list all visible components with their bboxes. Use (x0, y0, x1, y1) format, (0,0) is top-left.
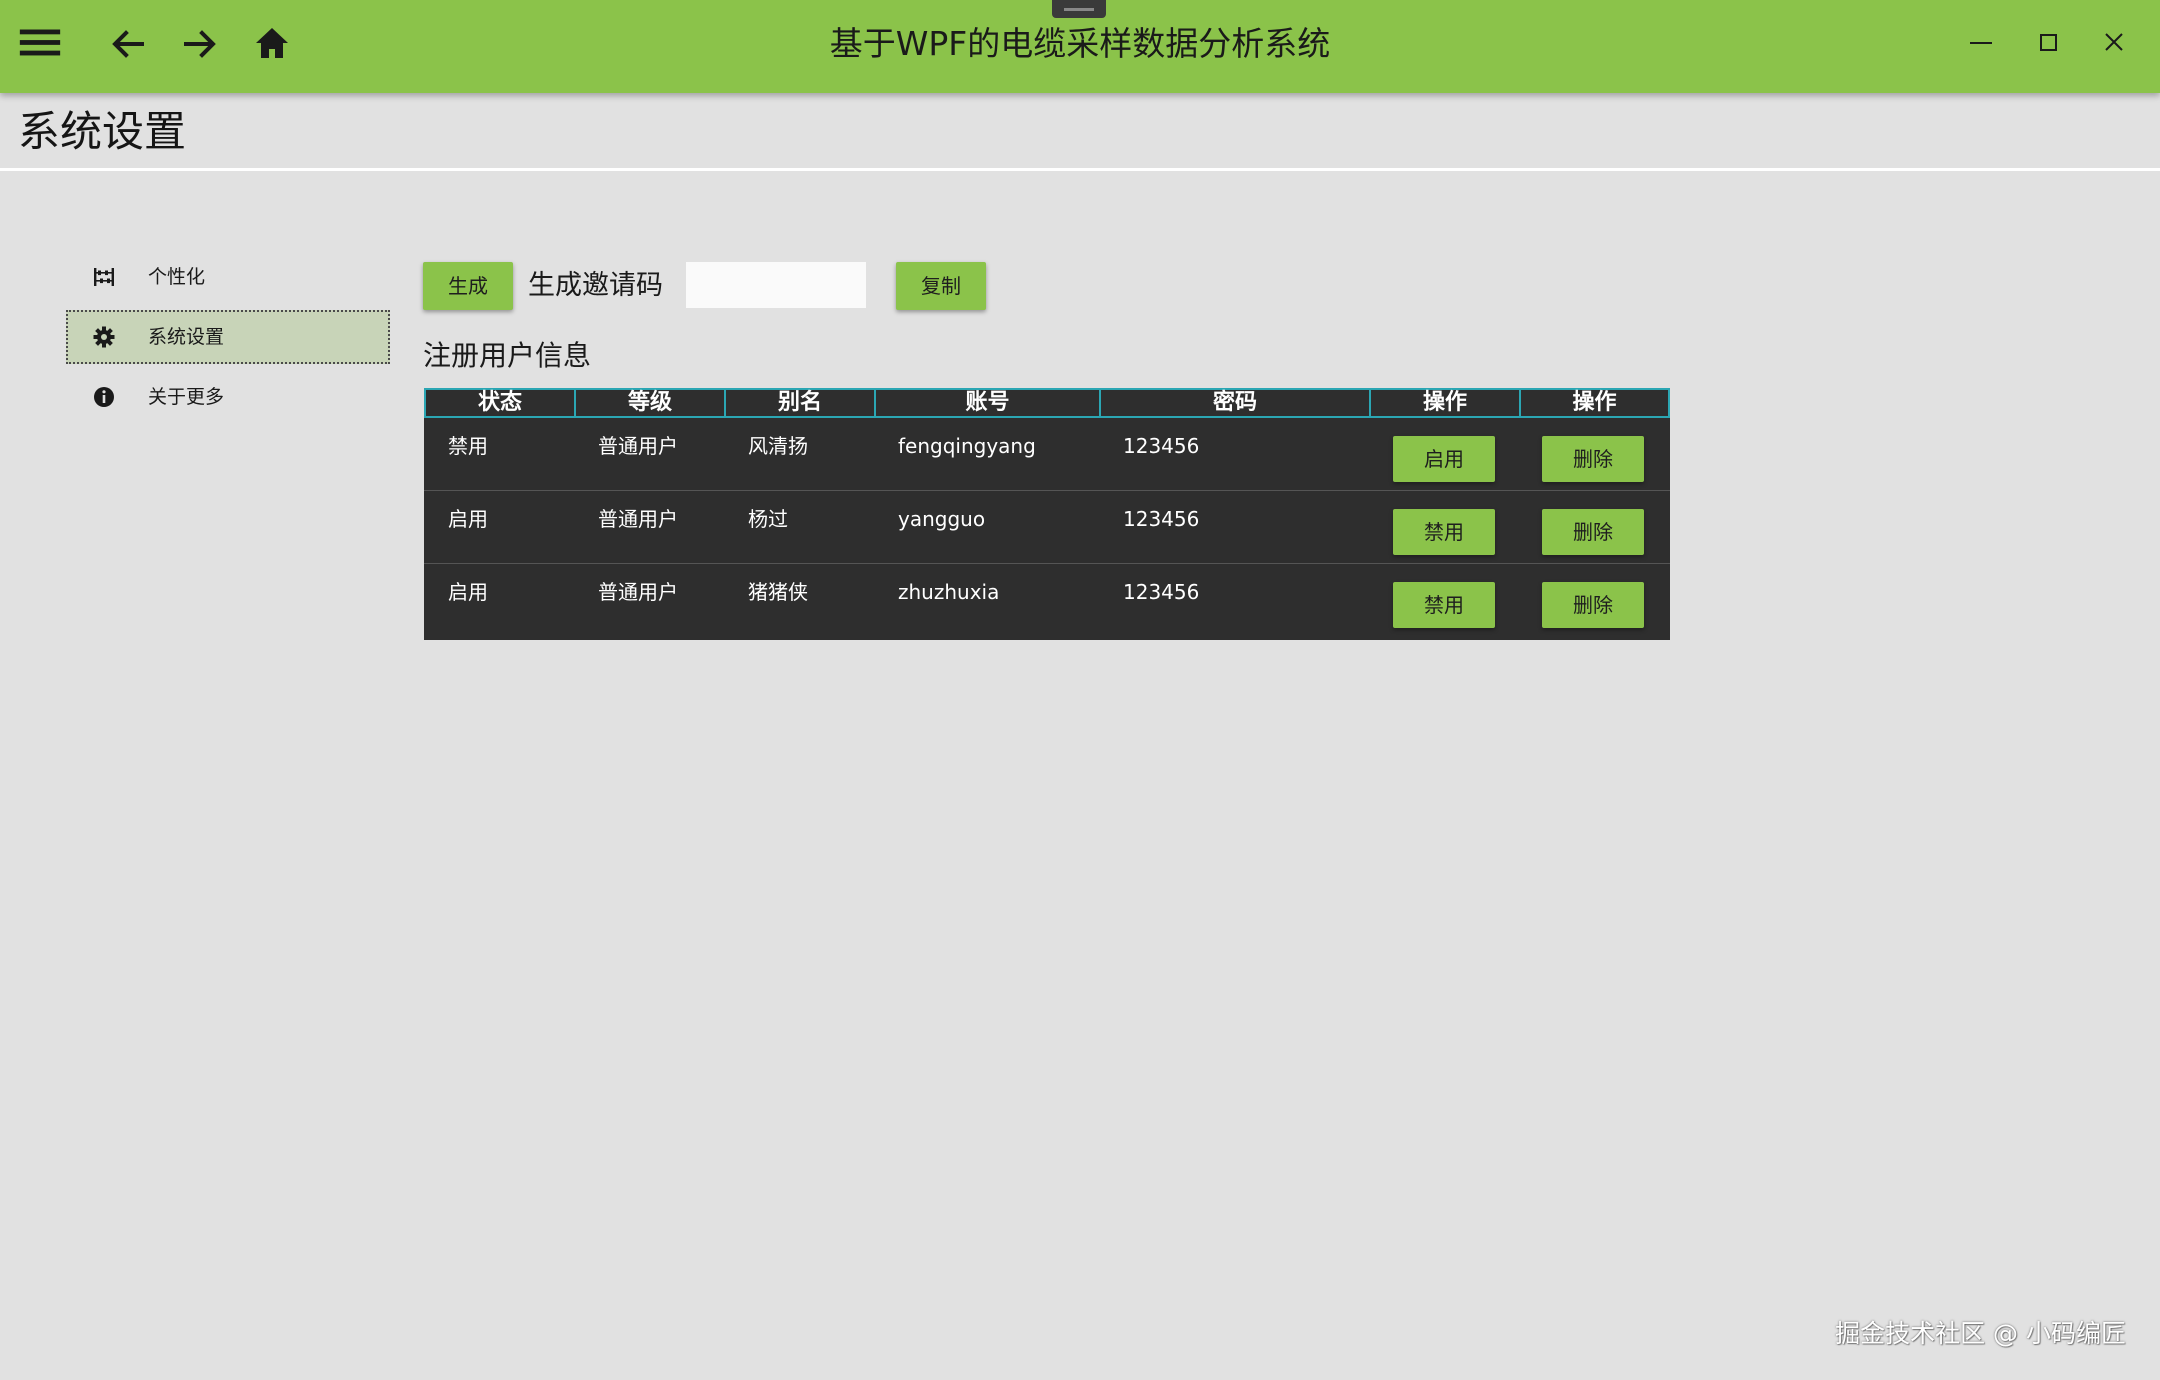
title-bar: 基于WPF的电缆采样数据分析系统 (0, 0, 2160, 93)
table-row: 启用 普通用户 杨过 yangguo 123456 禁用 删除 (424, 491, 1670, 564)
delete-button[interactable]: 删除 (1542, 582, 1644, 628)
alias-cell: 风清扬 (748, 434, 808, 458)
disable-button[interactable]: 禁用 (1393, 509, 1495, 555)
alias-cell: 杨过 (748, 507, 788, 531)
abacus-icon (92, 265, 116, 289)
column-header-action[interactable]: 操作 (1521, 390, 1668, 416)
maximize-icon[interactable] (2024, 18, 2072, 66)
column-header-password[interactable]: 密码 (1101, 390, 1371, 416)
column-header-action[interactable]: 操作 (1371, 390, 1521, 416)
delete-button[interactable]: 删除 (1542, 509, 1644, 555)
column-header-alias[interactable]: 别名 (726, 390, 876, 416)
column-header-account[interactable]: 账号 (876, 390, 1101, 416)
column-header-status[interactable]: 状态 (426, 390, 576, 416)
level-cell: 普通用户 (598, 434, 678, 458)
table-row: 启用 普通用户 猪猪侠 zhuzhuxia 123456 禁用 删除 (424, 564, 1670, 637)
table-row: 禁用 普通用户 风清扬 fengqingyang 123456 启用 删除 (424, 418, 1670, 491)
header-divider (0, 168, 2160, 171)
copy-button[interactable]: 复制 (896, 262, 986, 310)
password-cell: 123456 (1123, 580, 1200, 604)
users-section-title: 注册用户信息 (423, 339, 592, 372)
app-title: 基于WPF的电缆采样数据分析系统 (829, 24, 1331, 63)
level-cell: 普通用户 (598, 580, 678, 604)
sidebar-item-about[interactable]: 关于更多 (66, 370, 390, 424)
level-cell: 普通用户 (598, 507, 678, 531)
account-cell: zhuzhuxia (898, 580, 1000, 604)
invite-code-field[interactable] (686, 262, 866, 308)
account-cell: fengqingyang (898, 434, 1036, 458)
users-table: 状态 等级 别名 账号 密码 操作 操作 禁用 普通用户 风清扬 fengqin… (424, 388, 1670, 640)
status-cell: 启用 (448, 580, 488, 604)
minimize-icon[interactable] (1956, 18, 2004, 66)
password-cell: 123456 (1123, 507, 1200, 531)
sidebar-item-system-settings[interactable]: 系统设置 (66, 310, 390, 364)
invite-code-label: 生成邀请码 (528, 270, 663, 301)
enable-button[interactable]: 启用 (1393, 436, 1495, 482)
gear-icon (92, 325, 116, 349)
password-cell: 123456 (1123, 434, 1200, 458)
page-title: 系统设置 (18, 107, 187, 156)
disable-button[interactable]: 禁用 (1393, 582, 1495, 628)
watermark: 掘金技术社区 @ 小码编匠 (1835, 1319, 2126, 1348)
column-header-level[interactable]: 等级 (576, 390, 726, 416)
status-cell: 禁用 (448, 434, 488, 458)
info-icon (92, 385, 116, 409)
sidebar-item-personalize[interactable]: 个性化 (66, 250, 390, 304)
sidebar-item-label: 关于更多 (148, 386, 225, 408)
close-icon[interactable] (2090, 18, 2138, 66)
sidebar-item-label: 系统设置 (148, 326, 225, 348)
table-header: 状态 等级 别名 账号 密码 操作 操作 (424, 388, 1670, 418)
alias-cell: 猪猪侠 (748, 580, 808, 604)
generate-button[interactable]: 生成 (423, 262, 513, 310)
delete-button[interactable]: 删除 (1542, 436, 1644, 482)
account-cell: yangguo (898, 507, 986, 531)
status-cell: 启用 (448, 507, 488, 531)
sidebar-item-label: 个性化 (148, 266, 206, 288)
